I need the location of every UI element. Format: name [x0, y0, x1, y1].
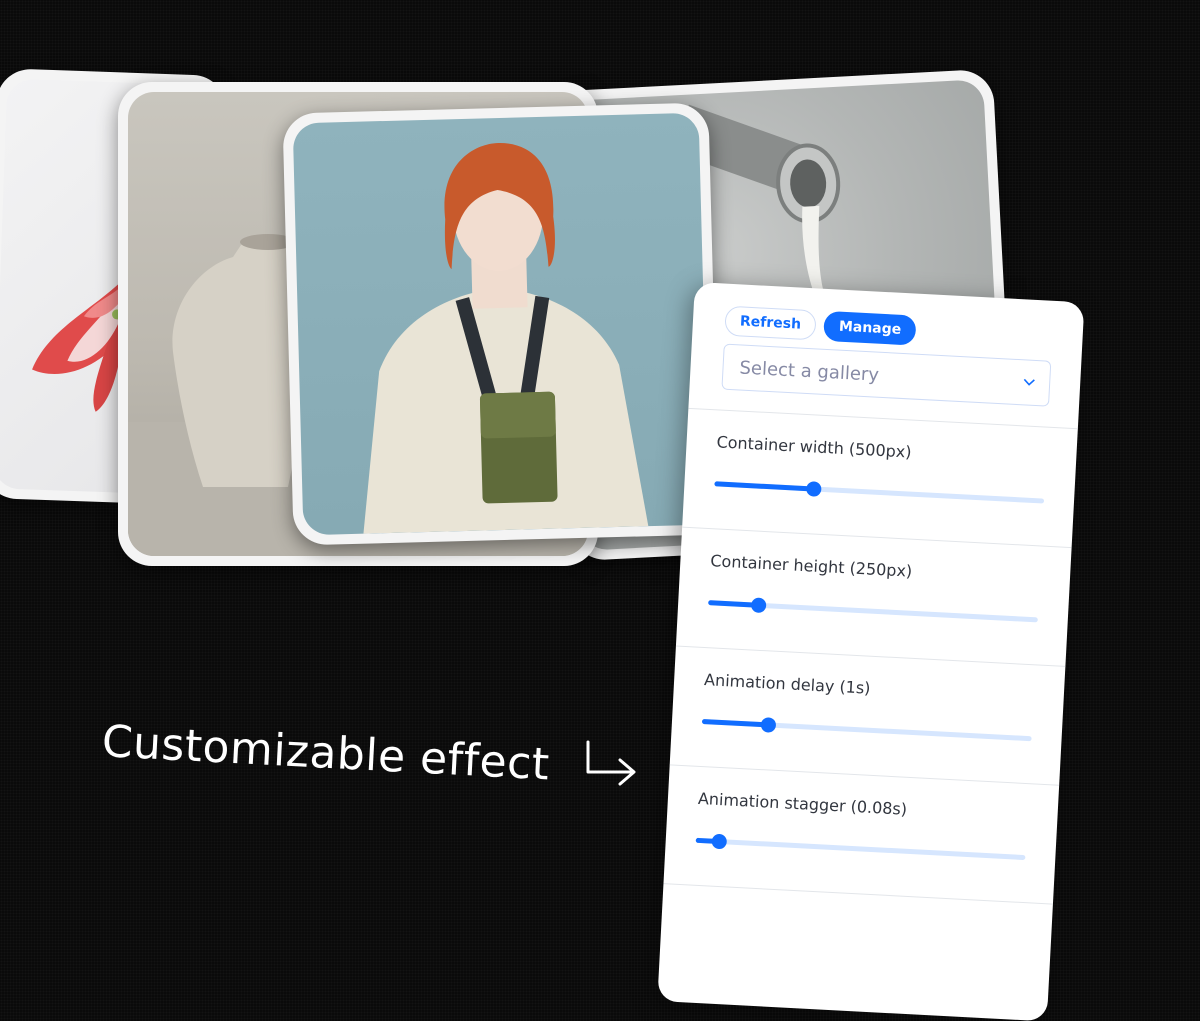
- settings-panel: Refresh Manage Select a gallery Containe…: [657, 282, 1085, 1021]
- gallery-card-person: [282, 102, 720, 546]
- slider-thumb[interactable]: [711, 833, 728, 850]
- slider-fill: [714, 481, 814, 492]
- refresh-button[interactable]: Refresh: [724, 305, 817, 341]
- caption-text: Customizable effect: [100, 716, 551, 791]
- setting-label: Animation stagger (0.08s): [697, 788, 908, 819]
- slider-thumb[interactable]: [760, 717, 777, 733]
- setting-animation-delay: Animation delay (1s): [669, 646, 1066, 786]
- setting-label: Container height (250px): [709, 551, 913, 581]
- slider-fill: [701, 718, 769, 728]
- setting-animation-stagger: Animation stagger (0.08s): [663, 765, 1060, 905]
- panel-header: Refresh Manage Select a gallery: [688, 282, 1085, 430]
- manage-button[interactable]: Manage: [823, 310, 917, 346]
- setting-label: Animation delay (1s): [703, 670, 871, 698]
- setting-container-width: Container width (500px): [682, 408, 1078, 549]
- container-height-slider[interactable]: [708, 597, 1038, 623]
- animation-stagger-slider[interactable]: [695, 833, 1026, 861]
- arrow-turn-down-right-icon: [586, 740, 636, 786]
- animation-delay-slider[interactable]: [701, 717, 1032, 742]
- gallery-select[interactable]: Select a gallery: [721, 343, 1052, 407]
- container-width-slider[interactable]: [714, 481, 1045, 504]
- slider-thumb[interactable]: [750, 597, 767, 614]
- person-photo: [292, 112, 710, 536]
- gallery-select-placeholder: Select a gallery: [739, 356, 880, 386]
- person-image: [363, 143, 649, 534]
- chevron-down-icon: [1023, 375, 1036, 390]
- slider-thumb[interactable]: [805, 481, 822, 497]
- slider-track[interactable]: [695, 837, 1026, 861]
- setting-container-height: Container height (250px): [675, 527, 1072, 667]
- setting-label: Container width (500px): [716, 432, 913, 462]
